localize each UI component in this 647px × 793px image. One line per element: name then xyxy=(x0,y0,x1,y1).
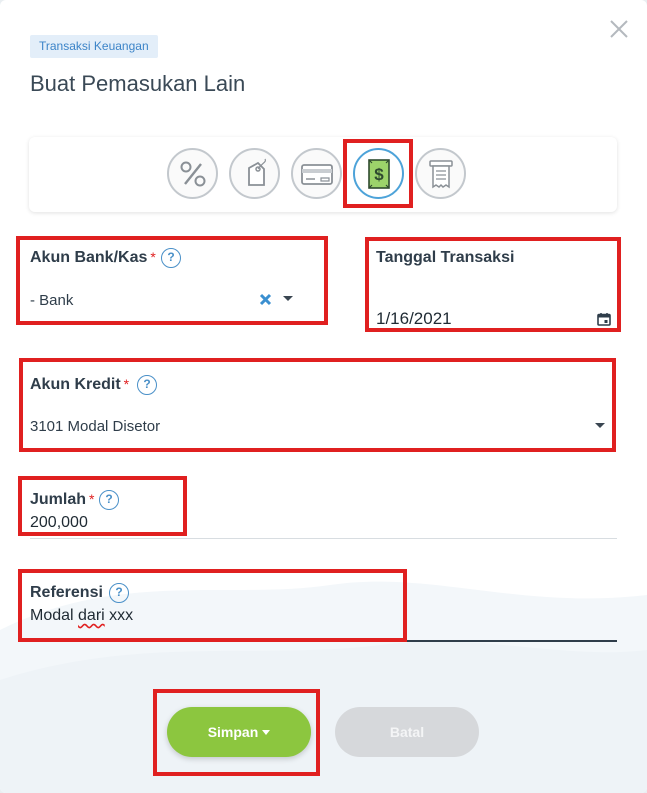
price-tag-icon xyxy=(247,158,266,186)
tag-type-button[interactable] xyxy=(229,148,280,199)
required-marker: * xyxy=(89,491,95,507)
category-badge: Transaksi Keuangan xyxy=(30,35,158,58)
chevron-down-icon xyxy=(262,729,271,735)
amount-underline xyxy=(30,538,617,539)
amount-label-text: Jumlah xyxy=(30,491,87,508)
chevron-down-icon[interactable] xyxy=(283,296,293,301)
credit-account-label: Akun Kredit * xyxy=(30,376,129,394)
credit-card-icon xyxy=(300,163,333,185)
required-marker: * xyxy=(150,249,156,265)
reference-misspelled-word: dari xyxy=(78,607,105,624)
reference-label: Referensi xyxy=(30,584,103,601)
calendar-icon[interactable] xyxy=(597,312,611,326)
dollar-bill-icon: $ xyxy=(367,158,390,189)
reference-text-end: xxx xyxy=(104,607,134,624)
percent-type-button[interactable] xyxy=(167,148,218,199)
close-icon[interactable] xyxy=(607,17,631,41)
help-icon[interactable]: ? xyxy=(109,583,129,603)
page-title: Buat Pemasukan Lain xyxy=(30,71,246,96)
transaction-date-input[interactable]: 1/16/2021 xyxy=(376,309,452,329)
help-icon[interactable]: ? xyxy=(137,375,157,395)
bank-account-label-text: Akun Bank/Kas xyxy=(30,249,148,266)
credit-account-select-value[interactable]: 3101 Modal Disetor xyxy=(30,418,160,435)
save-button-label: Simpan xyxy=(207,724,259,740)
save-button[interactable]: Simpan xyxy=(167,707,311,757)
bank-account-select-value[interactable]: - Bank xyxy=(30,292,73,309)
amount-input[interactable]: 200,000 xyxy=(30,514,88,532)
clear-icon[interactable] xyxy=(259,293,272,306)
percent-icon xyxy=(180,161,205,186)
credit-account-label-text: Akun Kredit xyxy=(30,376,121,393)
receipt-type-button[interactable] xyxy=(415,148,466,199)
receipt-icon xyxy=(428,159,453,188)
reference-text-start: Modal xyxy=(30,607,79,624)
background-waves xyxy=(0,581,647,793)
transaction-date-underline xyxy=(376,328,617,329)
card-type-button[interactable] xyxy=(291,148,342,199)
amount-label: Jumlah * xyxy=(30,491,94,509)
cancel-button[interactable]: Batal xyxy=(335,707,479,757)
svg-text:$: $ xyxy=(374,165,384,184)
transaction-type-selector: $ xyxy=(29,137,617,212)
highlight-credit-account xyxy=(19,358,616,452)
help-icon[interactable]: ? xyxy=(99,490,119,510)
cash-type-button[interactable]: $ xyxy=(353,148,404,199)
required-marker: * xyxy=(123,376,130,392)
create-income-modal: Transaksi Keuangan Buat Pemasukan Lain $… xyxy=(0,0,647,793)
chevron-down-icon[interactable] xyxy=(595,423,605,428)
reference-underline-focused xyxy=(30,640,617,642)
reference-input[interactable]: Modal dari xxx xyxy=(30,607,133,625)
help-icon[interactable]: ? xyxy=(161,248,181,268)
transaction-date-label: Tanggal Transaksi xyxy=(376,249,515,266)
bank-account-label: Akun Bank/Kas * xyxy=(30,249,156,267)
